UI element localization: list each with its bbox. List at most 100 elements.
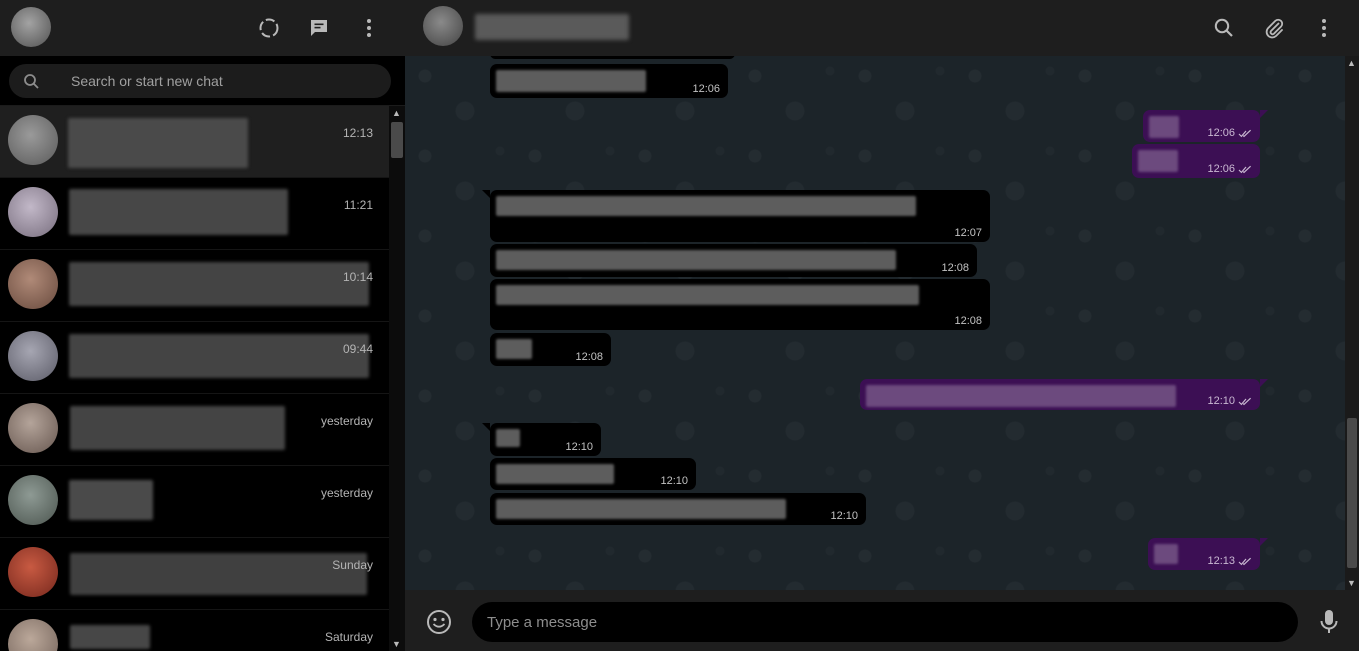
composer: [405, 590, 1359, 651]
message-text-redacted: [496, 250, 896, 270]
chat-time: 09:44: [342, 342, 373, 356]
message-text-redacted: [866, 385, 1176, 407]
chat-time: 11:21: [343, 198, 373, 212]
avatar: [8, 187, 58, 237]
chat-preview-redacted: [70, 625, 150, 649]
sidebar: 12:13 11:21 10:14 09:44 yesterday yester…: [0, 0, 405, 651]
avatar: [8, 115, 58, 165]
message-bubble-incoming[interactable]: 12:10: [482, 423, 601, 456]
chat-list-item[interactable]: 11:21: [0, 178, 389, 250]
menu-icon[interactable]: [355, 14, 383, 42]
chat-list-item[interactable]: Saturday: [0, 610, 389, 651]
chat-time: Sunday: [332, 558, 373, 572]
message-time: 12:13: [1207, 555, 1235, 567]
chat-list-scrollbar[interactable]: ▲ ▼: [389, 106, 405, 651]
message-bubble-outgoing[interactable]: 12:06: [1132, 144, 1260, 178]
message-bubble-incoming[interactable]: 12:10: [490, 493, 866, 525]
message-area-scrollbar[interactable]: ▲ ▼: [1345, 56, 1359, 590]
message-text-redacted: [496, 70, 646, 92]
chat-list-item[interactable]: yesterday: [0, 394, 389, 466]
message-time: 12:10: [830, 510, 858, 522]
chat-time: 12:13: [342, 126, 373, 140]
avatar: [8, 619, 58, 651]
message-bubble-outgoing[interactable]: 12:13: [1148, 538, 1268, 570]
chat-preview-redacted: [69, 262, 369, 306]
scroll-up-icon[interactable]: ▲: [1347, 58, 1356, 68]
search-input[interactable]: [71, 64, 371, 98]
search-box: [9, 64, 391, 98]
double-check-icon: [1238, 165, 1252, 173]
message-bubble-outgoing[interactable]: 12:10: [860, 379, 1268, 410]
message-time: 12:07: [954, 227, 982, 239]
scroll-up-icon[interactable]: ▲: [392, 108, 401, 118]
chat-panel: 12:06 12:06 12:06 12:07 12:08 12:08 12:0…: [405, 0, 1359, 651]
message-time: 12:08: [575, 351, 603, 363]
double-check-icon: [1238, 397, 1252, 405]
message-meta: 12:13: [1207, 555, 1252, 567]
message-text-redacted: [496, 339, 532, 359]
message-time: 12:08: [954, 315, 982, 327]
contact-avatar[interactable]: [423, 6, 463, 46]
chat-list: 12:13 11:21 10:14 09:44 yesterday yester…: [0, 106, 389, 651]
avatar: [8, 331, 58, 381]
double-check-icon: [1238, 557, 1252, 565]
message-text-redacted: [1154, 544, 1178, 564]
scrollbar-thumb[interactable]: [1347, 418, 1357, 568]
chat-preview-redacted: [68, 118, 248, 168]
message-text-redacted: [496, 499, 786, 519]
message-meta: 12:10: [1207, 395, 1252, 407]
avatar: [8, 403, 58, 453]
message-time: 12:10: [565, 441, 593, 453]
message-text-redacted: [496, 429, 520, 447]
message-time: 12:06: [1207, 127, 1235, 139]
search-icon[interactable]: [1210, 14, 1238, 42]
avatar: [8, 475, 58, 525]
scrollbar-thumb[interactable]: [391, 122, 403, 158]
message-time: 12:10: [660, 475, 688, 487]
chat-preview-redacted: [70, 553, 367, 595]
attach-icon[interactable]: [1260, 14, 1288, 42]
avatar: [8, 259, 58, 309]
message-time: 12:06: [692, 83, 720, 95]
chat-preview-redacted: [69, 480, 153, 520]
scroll-down-icon[interactable]: ▼: [1347, 578, 1356, 588]
chat-list-item[interactable]: 09:44: [0, 322, 389, 394]
contact-name-redacted[interactable]: [475, 14, 629, 40]
message-meta: 12:06: [1207, 163, 1252, 175]
mic-icon[interactable]: [1317, 608, 1341, 636]
message-area[interactable]: 12:06 12:06 12:06 12:07 12:08 12:08 12:0…: [405, 56, 1345, 590]
menu-icon[interactable]: [1310, 14, 1338, 42]
search-bar: [0, 56, 405, 106]
message-text-redacted: [496, 196, 916, 216]
message-input[interactable]: [472, 602, 1298, 642]
chat-header[interactable]: [405, 0, 1359, 56]
double-check-icon: [1238, 129, 1252, 137]
message-time: 12:08: [941, 262, 969, 274]
message-text-redacted: [496, 285, 919, 305]
chat-preview-redacted: [69, 334, 369, 378]
message-bubble-incoming[interactable]: 12:06: [490, 64, 728, 98]
message-bubble-incoming[interactable]: 12:07: [482, 190, 990, 242]
my-avatar[interactable]: [11, 7, 51, 47]
message-bubble-outgoing[interactable]: 12:06: [1143, 110, 1268, 142]
chat-time: yesterday: [320, 486, 373, 500]
message-meta: 12:06: [1207, 127, 1252, 139]
chat-list-item[interactable]: yesterday: [0, 466, 389, 538]
status-icon[interactable]: [255, 14, 283, 42]
message-bubble-incoming[interactable]: 12:08: [490, 244, 977, 277]
message-bubble-incoming[interactable]: [490, 56, 735, 59]
sidebar-header: [0, 0, 405, 56]
chat-time: yesterday: [320, 414, 373, 428]
chat-list-item[interactable]: 10:14: [0, 250, 389, 322]
message-bubble-incoming[interactable]: 12:08: [490, 279, 990, 330]
search-icon: [24, 74, 39, 89]
chat-list-item[interactable]: Sunday: [0, 538, 389, 610]
message-time: 12:10: [1207, 395, 1235, 407]
new-chat-icon[interactable]: [305, 14, 333, 42]
message-bubble-incoming[interactable]: 12:10: [490, 458, 696, 490]
scroll-down-icon[interactable]: ▼: [392, 639, 401, 649]
message-text-redacted: [1149, 116, 1179, 138]
emoji-icon[interactable]: [425, 608, 453, 636]
message-bubble-incoming[interactable]: 12:08: [490, 333, 611, 366]
chat-list-item[interactable]: 12:13: [0, 106, 389, 178]
